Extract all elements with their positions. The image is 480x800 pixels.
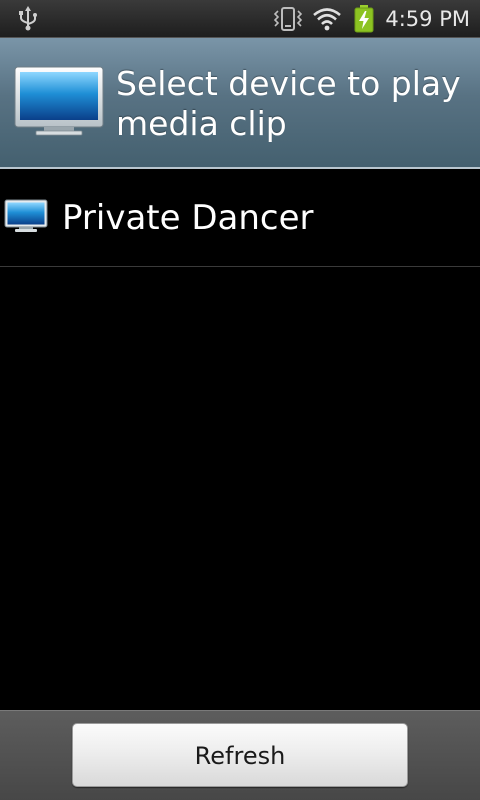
status-time: 4:59 PM [385, 7, 470, 31]
bottom-bar: Refresh [0, 710, 480, 800]
usb-icon [16, 6, 40, 32]
refresh-button[interactable]: Refresh [72, 723, 408, 787]
device-name: Private Dancer [62, 198, 314, 238]
vibrate-icon [272, 6, 304, 32]
device-list: Private Dancer [0, 169, 480, 267]
tv-monitor-icon [4, 199, 48, 233]
dialog-header: Select device to play media clip [0, 38, 480, 169]
status-bar: 4:59 PM [0, 0, 480, 38]
battery-charging-icon [354, 5, 374, 33]
dialog-title: Select device to play media clip [116, 64, 461, 143]
list-item[interactable]: Private Dancer [0, 169, 480, 267]
wifi-icon [312, 6, 342, 32]
screen: 4:59 PM Select device to play media clip… [0, 0, 480, 800]
tv-monitor-icon [14, 66, 104, 138]
